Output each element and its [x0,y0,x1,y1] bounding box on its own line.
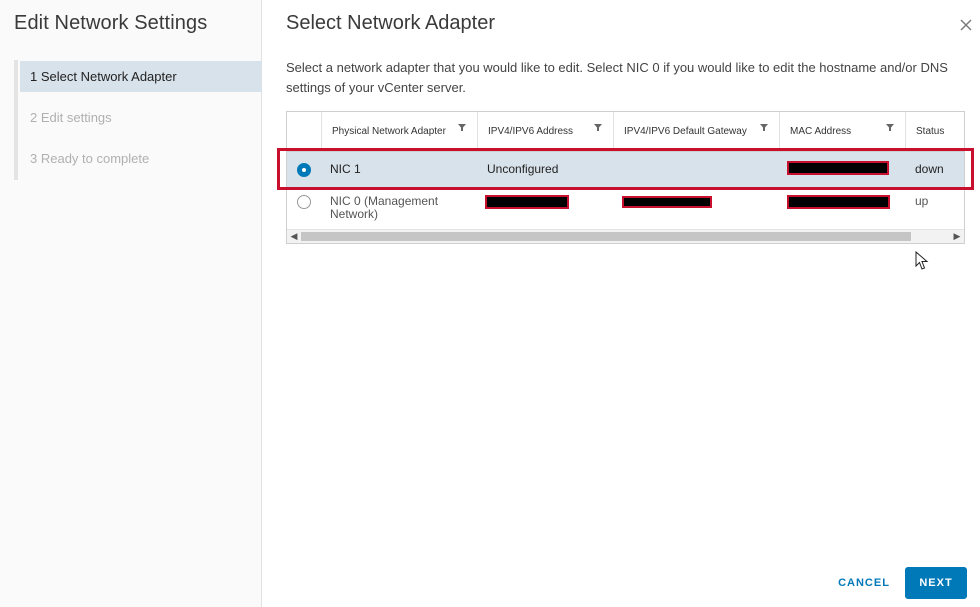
column-header-label: Physical Network Adapter [332,125,446,137]
column-header-gateway[interactable]: IPV4/IPV6 Default Gateway [613,112,779,151]
wizard-title: Edit Network Settings [14,12,208,34]
column-header-label: MAC Address [790,125,852,137]
next-button[interactable]: NEXT [905,567,967,599]
column-header-adapter[interactable]: Physical Network Adapter [321,112,477,151]
scroll-left-icon[interactable]: ◀ [287,230,301,243]
adapter-table: Physical Network Adapter IPV4/IPV6 Addre… [286,111,965,244]
table-row-nic-1[interactable]: NIC 1 Unconfigured down [287,152,964,187]
steps-rail [14,60,18,180]
page-description: Select a network adapter that you would … [286,60,948,95]
adapter-name: NIC 1 [330,162,361,176]
cancel-button[interactable]: CANCEL [833,567,895,599]
column-header-mac[interactable]: MAC Address [779,112,905,151]
filter-icon[interactable] [885,122,895,132]
close-icon[interactable] [956,15,976,35]
scrollbar-thumb[interactable] [301,232,911,241]
step-ready-to-complete: 3 Ready to complete [30,151,150,166]
scroll-right-icon[interactable]: ▶ [950,230,964,243]
table-header: Physical Network Adapter IPV4/IPV6 Addre… [287,112,964,152]
status-value: up [915,194,929,208]
table-row-nic-0[interactable]: NIC 0 (Management Network) up [287,188,964,223]
column-header-status[interactable]: Status [905,112,966,151]
adapter-name: NIC 0 (Management Network) [330,194,439,221]
ip-address: Unconfigured [487,162,559,176]
step-select-network-adapter[interactable]: 1 Select Network Adapter [20,61,262,92]
redacted-gateway [622,196,712,208]
wizard-main: Select Network Adapter Select a network … [263,0,980,607]
redacted-mac [787,195,890,209]
redacted-ip-address [485,195,569,209]
row-radio-unselected[interactable] [297,195,311,209]
column-header-label: Status [916,125,945,137]
row-radio-selected[interactable] [297,163,311,177]
column-header-label: IPV4/IPV6 Address [488,125,574,137]
horizontal-scrollbar[interactable]: ◀ ▶ [287,229,964,243]
filter-icon[interactable] [593,122,603,132]
column-header-address[interactable]: IPV4/IPV6 Address [477,112,613,151]
status-value: down [915,162,944,176]
column-header-label: IPV4/IPV6 Default Gateway [624,125,747,137]
step-edit-settings: 2 Edit settings [30,110,112,125]
mouse-cursor-icon [915,251,929,270]
filter-icon[interactable] [457,122,467,132]
filter-icon[interactable] [759,122,769,132]
redacted-mac [787,161,889,175]
page-title: Select Network Adapter [286,12,495,34]
select-column-header [287,112,322,151]
wizard-sidebar: Edit Network Settings 1 Select Network A… [0,0,262,607]
